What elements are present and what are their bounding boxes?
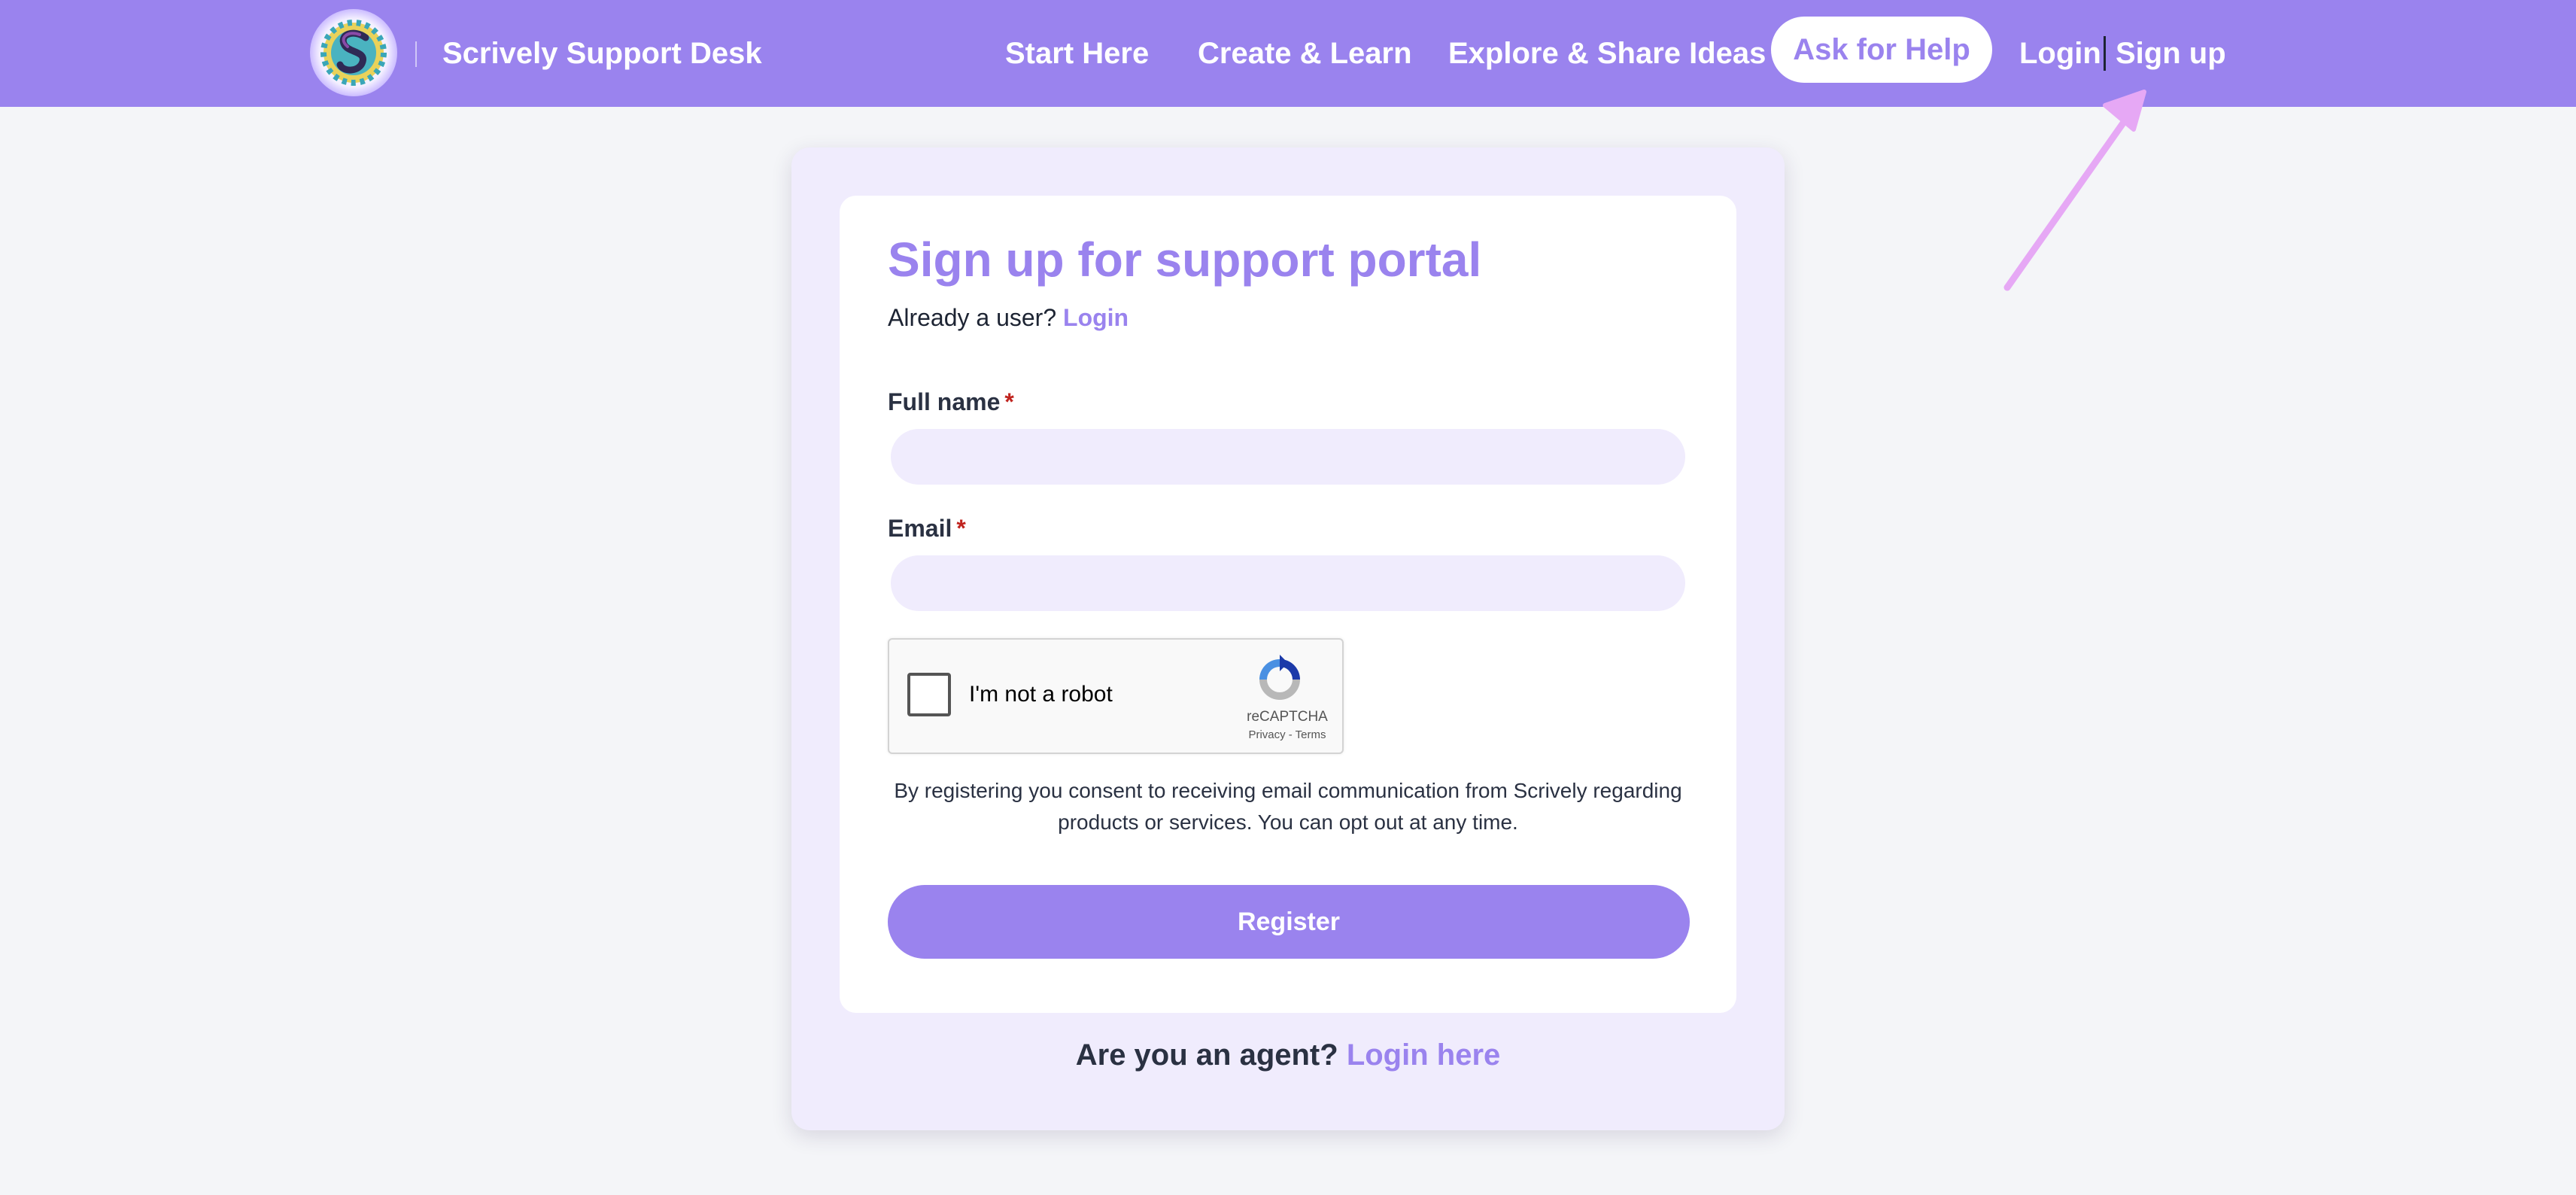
scrively-logo-icon[interactable] <box>310 9 397 96</box>
nav-login-link[interactable]: Login <box>2019 35 2101 72</box>
recaptcha-label: I'm not a robot <box>969 682 1113 707</box>
nav-create-learn[interactable]: Create & Learn <box>1198 35 1412 72</box>
page-title: Sign up for support portal <box>888 233 1482 287</box>
annotation-arrow-icon <box>2003 90 2146 291</box>
email-input[interactable] <box>891 555 1685 611</box>
agent-login-line: Are you an agent? Login here <box>791 1038 1785 1072</box>
recaptcha-logo-icon <box>1259 655 1300 700</box>
consent-notice: By registering you consent to receiving … <box>894 779 1682 834</box>
already-user-label: Already a user? <box>888 304 1057 331</box>
brand-divider <box>415 41 417 67</box>
agent-question: Are you an agent? <box>1075 1038 1338 1072</box>
email-label-text: Email <box>888 515 952 542</box>
full-name-label-text: Full name <box>888 388 1001 415</box>
recaptcha-privacy-terms[interactable]: Privacy - Terms <box>1237 728 1338 741</box>
top-nav-bar: Scrively Support Desk Start Here Create … <box>0 0 2576 107</box>
nav-login-signup-divider <box>2104 36 2106 71</box>
required-marker: * <box>956 515 966 542</box>
already-user-text: Already a user? Login <box>888 304 1129 332</box>
signup-form: Sign up for support portal Already a use… <box>840 196 1736 1013</box>
signup-card: Sign up for support portal Already a use… <box>791 147 1785 1130</box>
ask-for-help-button[interactable]: Ask for Help <box>1771 17 1992 83</box>
brand-title[interactable]: Scrively Support Desk <box>442 35 762 72</box>
login-link[interactable]: Login <box>1063 304 1129 331</box>
agent-login-link[interactable]: Login here <box>1347 1038 1500 1072</box>
nav-explore-share-ideas[interactable]: Explore & Share Ideas <box>1448 35 1766 72</box>
nav-start-here[interactable]: Start Here <box>1005 35 1149 72</box>
recaptcha-widget: I'm not a robot reCAPTCHA Privacy - Term… <box>888 638 1344 754</box>
recaptcha-brand: reCAPTCHA <box>1247 709 1328 725</box>
full-name-input[interactable] <box>891 429 1685 485</box>
email-label: Email * <box>888 515 966 543</box>
register-button[interactable]: Register <box>888 885 1690 959</box>
recaptcha-checkbox[interactable] <box>907 673 951 716</box>
full-name-label: Full name * <box>888 388 1014 416</box>
nav-signup-link[interactable]: Sign up <box>2116 35 2226 72</box>
required-marker: * <box>1004 388 1014 415</box>
